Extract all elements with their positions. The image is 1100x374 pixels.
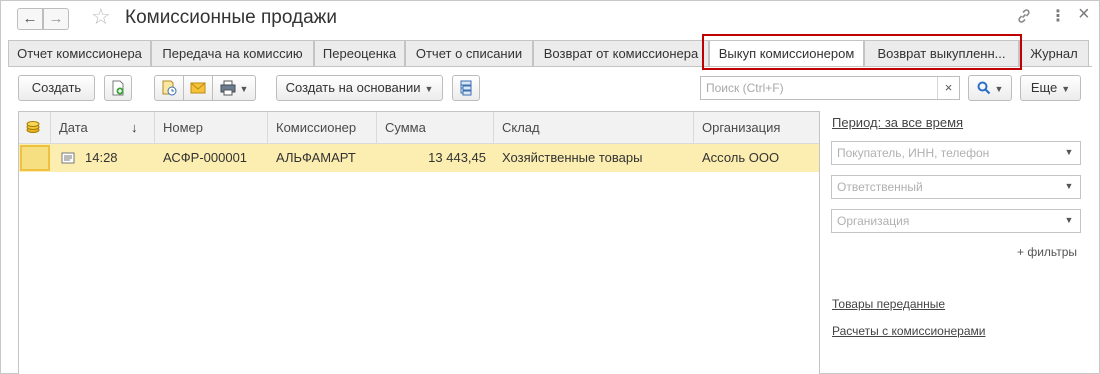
chevron-down-icon: ▼	[994, 84, 1004, 94]
close-icon[interactable]: ×	[1078, 4, 1090, 24]
status-column-header[interactable]	[19, 112, 51, 144]
table-row[interactable]: 14:28 АСФР-000001 АЛЬФАМАРТ 13 443,45 Хо…	[19, 144, 819, 172]
tab-return-from-commissioner[interactable]: Возврат от комиссионера	[533, 40, 709, 67]
column-header-number[interactable]: Номер	[155, 112, 268, 144]
chevron-down-icon[interactable]: ▼	[1058, 210, 1080, 232]
search-input[interactable]: Поиск (Ctrl+F) ×	[700, 76, 960, 100]
search-button[interactable]: ▼	[968, 75, 1012, 101]
favorite-star-icon[interactable]: ☆	[91, 5, 111, 29]
chevron-down-icon[interactable]: ▼	[1058, 176, 1080, 198]
create-based-on-label: Создать на основании	[285, 80, 421, 95]
link-icon[interactable]	[1016, 8, 1032, 29]
document-icon	[61, 144, 75, 172]
tab-journal[interactable]: Журнал	[1019, 40, 1089, 67]
more-menu-icon[interactable]: ⋮	[1050, 8, 1066, 26]
chevron-down-icon: ▼	[1061, 84, 1071, 94]
chevron-down-icon[interactable]: ▼	[1058, 142, 1080, 164]
column-header-sum[interactable]: Сумма	[377, 112, 494, 144]
organization-filter-field[interactable]: Организация ▼	[831, 209, 1081, 233]
column-header-warehouse[interactable]: Склад	[494, 112, 694, 144]
structure-button[interactable]	[452, 75, 480, 101]
search-placeholder: Поиск (Ctrl+F)	[706, 81, 784, 95]
printer-icon	[220, 80, 236, 96]
email-button[interactable]	[183, 75, 213, 101]
sort-down-icon: ↓	[131, 120, 138, 135]
chevron-down-icon: ▼	[424, 84, 434, 94]
responsible-filter-field[interactable]: Ответственный ▼	[831, 175, 1081, 199]
add-filters-link[interactable]: + фильтры	[1017, 245, 1077, 259]
forward-button[interactable]: →	[43, 8, 69, 30]
column-header-date[interactable]: Дата ↓	[51, 112, 155, 144]
copy-document-button[interactable]	[104, 75, 132, 101]
more-label: Еще	[1030, 80, 1058, 95]
back-button[interactable]: ←	[17, 8, 43, 30]
responsible-filter-placeholder: Ответственный	[837, 180, 923, 194]
tab-writeoff-report[interactable]: Отчет о списании	[405, 40, 533, 67]
buyer-filter-field[interactable]: Покупатель, ИНН, телефон ▼	[831, 141, 1081, 165]
search-icon	[977, 81, 990, 95]
row-status-cell[interactable]	[20, 145, 50, 171]
row-sum: 13 443,45	[428, 150, 486, 165]
page-title: Комиссионные продажи	[125, 7, 337, 28]
journal-doc-button[interactable]	[154, 75, 184, 101]
create-based-on-button[interactable]: Создать на основании ▼	[276, 75, 443, 101]
chevron-down-icon: ▼	[239, 84, 249, 94]
new-document-icon	[112, 80, 124, 96]
coins-icon	[26, 121, 40, 133]
settlements-with-commissioners-link[interactable]: Расчеты с комиссионерами	[832, 324, 985, 338]
row-commissioner: АЛЬФАМАРТ	[276, 150, 356, 165]
period-link[interactable]: Период: за все время	[832, 115, 963, 130]
tab-commissioner-report[interactable]: Отчет комиссионера	[8, 40, 151, 67]
more-button[interactable]: Еще ▼	[1020, 75, 1081, 101]
documents-table: Дата ↓ Номер Комиссионер Сумма Склад Орг…	[18, 111, 820, 374]
date-header-label: Дата	[59, 120, 88, 135]
row-organization: Ассоль ООО	[702, 150, 780, 165]
column-header-commissioner[interactable]: Комиссионер	[268, 112, 377, 144]
row-number: АСФР-000001	[163, 150, 248, 165]
tabs-highlight-frame	[702, 34, 1022, 70]
print-button[interactable]: ▼	[212, 75, 256, 101]
envelope-icon	[190, 82, 206, 94]
buyer-filter-placeholder: Покупатель, ИНН, телефон	[837, 146, 990, 160]
document-clock-icon	[162, 80, 177, 96]
clear-search-icon[interactable]: ×	[937, 77, 959, 99]
row-date: 14:28	[85, 150, 118, 165]
tab-revaluation[interactable]: Переоценка	[314, 40, 405, 67]
organization-filter-placeholder: Организация	[837, 214, 910, 228]
column-header-organization[interactable]: Организация	[694, 112, 819, 144]
row-warehouse: Хозяйственные товары	[502, 150, 643, 165]
create-button[interactable]: Создать	[18, 75, 95, 101]
title-bar: ← → ☆ Комиссионные продажи ⋮ ×	[0, 0, 1100, 37]
hierarchy-icon	[460, 80, 472, 96]
goods-transferred-link[interactable]: Товары переданные	[832, 297, 945, 311]
tab-transfer-to-commission[interactable]: Передача на комиссию	[151, 40, 314, 67]
